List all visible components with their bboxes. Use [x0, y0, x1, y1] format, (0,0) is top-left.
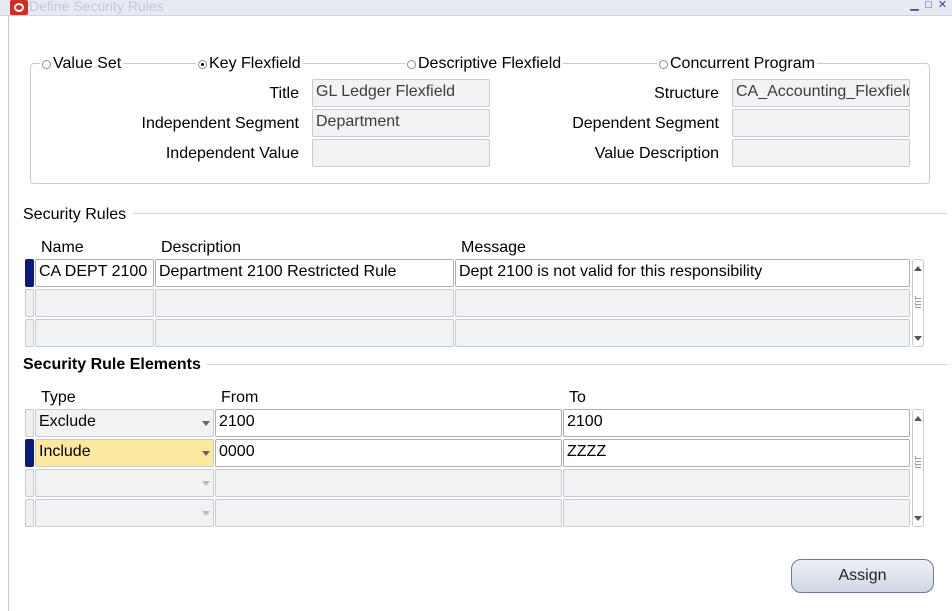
- dependent-segment-label: Dependent Segment: [572, 115, 719, 132]
- scroll-grip-icon[interactable]: [915, 296, 921, 308]
- column-header-name: Name: [41, 239, 84, 256]
- independent-value-field[interactable]: [312, 139, 490, 167]
- from-cell[interactable]: [215, 469, 562, 497]
- radio-label: Value Set: [53, 55, 122, 72]
- radio-value-set[interactable]: Value Set: [40, 55, 124, 73]
- from-cell[interactable]: 2100: [215, 409, 562, 437]
- radio-label: Key Flexfield: [209, 55, 301, 72]
- radio-concurrent-program[interactable]: Concurrent Program: [657, 55, 817, 73]
- rule-description-cell[interactable]: [155, 319, 454, 347]
- column-header-to: To: [569, 389, 586, 406]
- column-header-message: Message: [461, 239, 526, 256]
- value-description-label: Value Description: [594, 145, 719, 162]
- title-label: Title: [269, 85, 299, 102]
- assign-button[interactable]: Assign: [791, 559, 934, 593]
- row-indicator[interactable]: [25, 439, 34, 467]
- rule-name-cell[interactable]: CA DEPT 2100: [35, 259, 154, 287]
- rule-message-cell[interactable]: [455, 319, 910, 347]
- radio-label: Descriptive Flexfield: [418, 55, 562, 72]
- window-left-border: [8, 16, 9, 611]
- radio-button-selected-icon[interactable]: [198, 59, 207, 69]
- row-indicator[interactable]: [25, 319, 34, 347]
- value-description-field[interactable]: [732, 139, 910, 167]
- scroll-down-icon[interactable]: [914, 336, 922, 341]
- column-header-description: Description: [161, 239, 242, 256]
- independent-segment-field[interactable]: Department: [312, 109, 490, 137]
- rule-description-cell[interactable]: [155, 289, 454, 317]
- elements-scrollbar[interactable]: [912, 409, 924, 527]
- to-cell[interactable]: [563, 469, 910, 497]
- structure-field[interactable]: CA_Accounting_Flexfield: [732, 79, 910, 107]
- maximize-icon[interactable]: □: [923, 0, 934, 12]
- to-cell[interactable]: [563, 499, 910, 527]
- dependent-segment-field[interactable]: [732, 109, 910, 137]
- dropdown-arrow-icon[interactable]: [202, 481, 210, 486]
- section-divider: [207, 364, 947, 365]
- radio-button-icon[interactable]: [42, 59, 51, 69]
- oracle-logo-icon: [10, 0, 28, 15]
- radio-button-icon[interactable]: [407, 59, 416, 69]
- rule-name-cell[interactable]: [35, 319, 154, 347]
- section-divider: [133, 213, 947, 214]
- close-icon[interactable]: ✕: [937, 0, 948, 12]
- rules-scrollbar[interactable]: [912, 259, 924, 347]
- rule-name-cell[interactable]: [35, 289, 154, 317]
- dropdown-arrow-icon[interactable]: [202, 421, 210, 426]
- column-header-type: Type: [41, 389, 76, 406]
- dropdown-arrow-icon[interactable]: [202, 451, 210, 456]
- from-cell[interactable]: 0000: [215, 439, 562, 467]
- independent-value-label: Independent Value: [165, 145, 299, 162]
- type-select-value: Exclude: [39, 413, 96, 430]
- radio-key-flexfield[interactable]: Key Flexfield: [196, 55, 303, 73]
- from-cell[interactable]: [215, 499, 562, 527]
- scroll-grip-icon[interactable]: [915, 456, 921, 468]
- dropdown-arrow-icon[interactable]: [202, 511, 210, 516]
- type-select[interactable]: Exclude: [35, 409, 214, 437]
- row-indicator[interactable]: [25, 499, 34, 527]
- rule-message-cell[interactable]: [455, 289, 910, 317]
- row-indicator[interactable]: [25, 259, 34, 287]
- scroll-up-icon[interactable]: [914, 266, 922, 271]
- row-indicator[interactable]: [25, 469, 34, 497]
- column-header-from: From: [221, 389, 259, 406]
- independent-segment-label: Independent Segment: [141, 115, 299, 132]
- security-rules-title: Security Rules: [23, 206, 127, 223]
- type-select[interactable]: Include: [35, 439, 214, 467]
- window-title-bar: Define Security Rules ▁ □ ✕: [0, 0, 952, 16]
- type-select[interactable]: [35, 469, 214, 497]
- row-indicator[interactable]: [25, 289, 34, 317]
- radio-descriptive-flexfield[interactable]: Descriptive Flexfield: [405, 55, 564, 73]
- rule-description-cell[interactable]: Department 2100 Restricted Rule: [155, 259, 454, 287]
- security-rule-elements-title: Security Rule Elements: [23, 356, 201, 373]
- row-indicator[interactable]: [25, 409, 34, 437]
- radio-button-icon[interactable]: [659, 59, 668, 69]
- to-cell[interactable]: ZZZZ: [563, 439, 910, 467]
- rule-message-cell[interactable]: Dept 2100 is not valid for this responsi…: [455, 259, 910, 287]
- structure-label: Structure: [654, 85, 719, 102]
- scroll-up-icon[interactable]: [914, 416, 922, 421]
- radio-label: Concurrent Program: [670, 55, 815, 72]
- window-title: Define Security Rules: [29, 0, 164, 14]
- type-select-value: Include: [39, 443, 91, 460]
- minimize-icon[interactable]: ▁: [909, 0, 920, 12]
- to-cell[interactable]: 2100: [563, 409, 910, 437]
- type-select[interactable]: [35, 499, 214, 527]
- scroll-down-icon[interactable]: [914, 516, 922, 521]
- title-field[interactable]: GL Ledger Flexfield: [312, 79, 490, 107]
